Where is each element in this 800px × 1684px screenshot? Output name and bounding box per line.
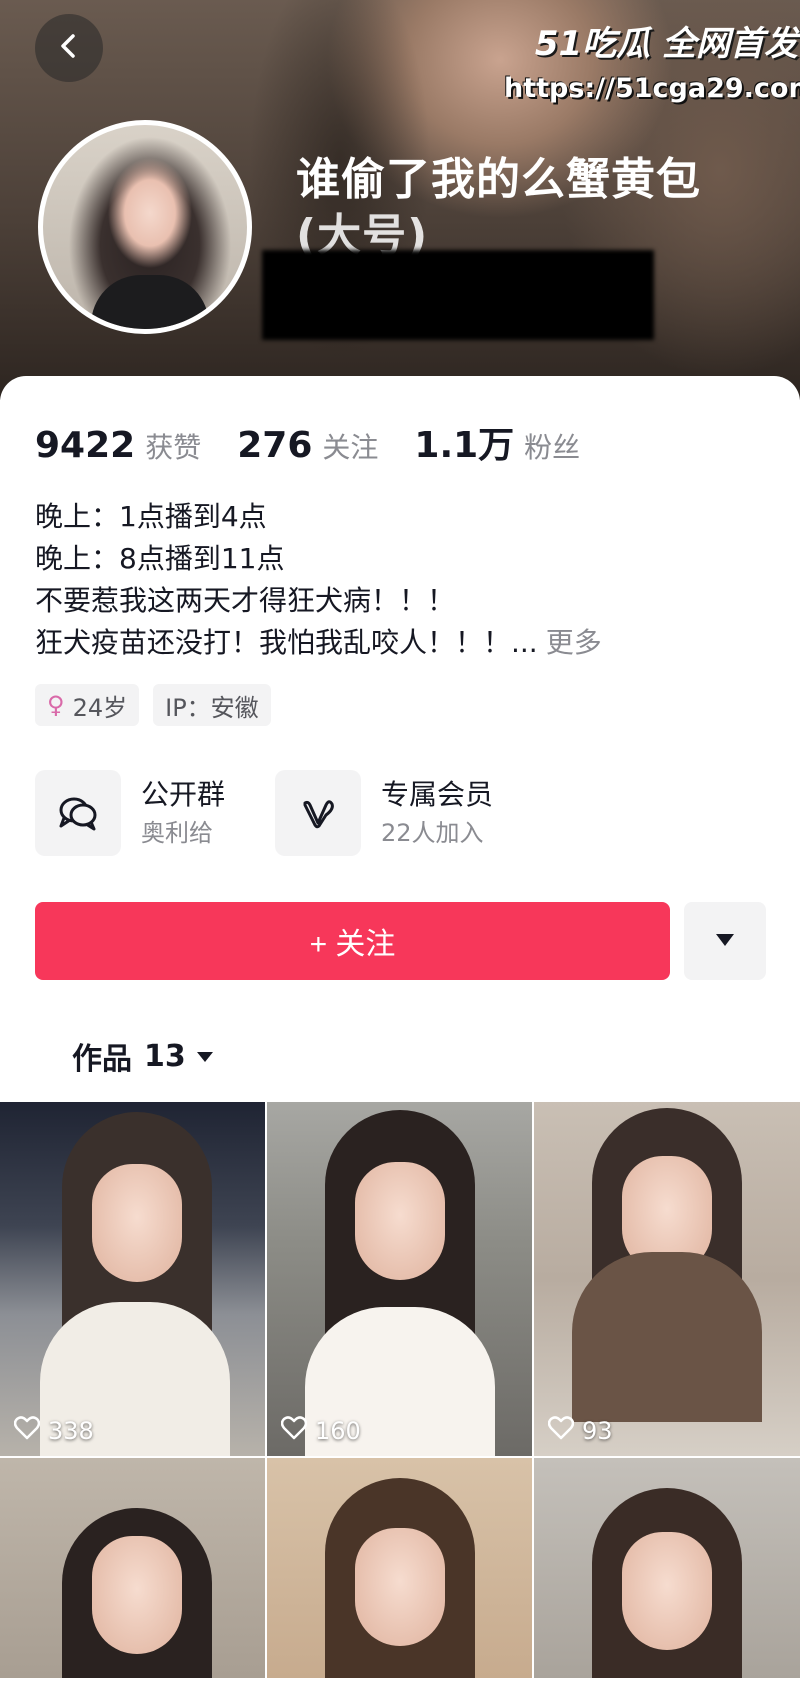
avatar[interactable]	[38, 120, 252, 334]
exclusive-member-entry[interactable]: 专属会员 22人加入	[275, 770, 493, 856]
feature-title: 公开群	[141, 778, 226, 811]
bio: 晚上：1点播到4点 晚上：8点播到11点 不要惹我这两天才得狂犬病！！！ 狂犬疫…	[35, 496, 765, 664]
like-count-value: 160	[315, 1417, 361, 1445]
follow-button[interactable]: + 关注	[35, 902, 670, 980]
stat-likes[interactable]: 9422 获赞	[35, 425, 201, 466]
watermark: 51吃瓜 全网首发 https://51cga29.com	[498, 16, 800, 106]
stat-label: 关注	[322, 431, 379, 464]
works-count: 13	[144, 1038, 186, 1074]
bio-line-last: 狂犬疫苗还没打！我怕我乱咬人！！！... 更多	[35, 622, 765, 664]
stat-value: 9422	[35, 425, 136, 466]
video-thumbnail[interactable]	[267, 1458, 532, 1678]
avatar-detail	[91, 275, 209, 329]
like-count-value: 93	[582, 1417, 613, 1445]
feature-subtitle: 22人加入	[381, 819, 484, 847]
chevron-left-icon	[54, 31, 84, 65]
video-thumbnail[interactable]: 160	[267, 1102, 532, 1456]
heart-icon	[547, 1416, 582, 1446]
caret-down-icon	[715, 932, 735, 951]
video-thumbnail[interactable]	[534, 1458, 800, 1678]
watermark-logo: 51吃瓜 全网首发	[534, 24, 798, 64]
female-icon: ♀	[47, 691, 65, 719]
works-label: 作品	[72, 1042, 132, 1077]
ip-tag: IP：安徽	[153, 684, 271, 726]
like-count: 93	[547, 1416, 613, 1446]
bio-line: 晚上：1点播到4点	[35, 500, 267, 533]
stat-label: 获赞	[145, 431, 202, 464]
stats-row: 9422 获赞 276 关注 1.1万 粉丝	[35, 416, 616, 468]
stat-following[interactable]: 276 关注	[237, 425, 378, 466]
feature-row: 公开群 奥利给 专属会员 22人加入	[35, 770, 543, 856]
stat-label: 粉丝	[524, 431, 581, 464]
video-thumbnail[interactable]	[0, 1458, 265, 1678]
bio-line: 不要惹我这两天才得狂犬病！！！	[35, 584, 456, 617]
bio-line-text: 狂犬疫苗还没打！我怕我乱咬人！！！...	[35, 626, 538, 659]
profile-name: 谁偷了我的么蟹黄包 (大号)	[296, 152, 776, 264]
like-count: 338	[13, 1416, 94, 1446]
stat-followers[interactable]: 1.1万 粉丝	[414, 416, 580, 468]
video-grid: 338 160 93	[0, 1102, 800, 1678]
age-text: 24岁	[72, 693, 128, 722]
profile-card: 9422 获赞 276 关注 1.1万 粉丝 晚上：1点播到4点 晚上：8点播到…	[0, 376, 800, 1684]
stat-value: 1.1万	[414, 425, 515, 466]
member-v-icon	[275, 770, 362, 856]
bio-line: 晚上：8点播到11点	[35, 542, 285, 575]
back-button[interactable]	[35, 14, 103, 82]
redaction-block	[262, 250, 654, 340]
profile-tags: ♀ 24岁 IP：安徽	[35, 684, 285, 726]
group-chat-icon	[35, 770, 121, 856]
like-count: 160	[280, 1416, 361, 1446]
video-thumbnail[interactable]: 338	[0, 1102, 265, 1456]
profile-name-main: 谁偷了我的么蟹黄包	[296, 154, 701, 205]
caret-down-icon	[196, 1044, 214, 1068]
bio-more-link[interactable]: 更多	[546, 626, 602, 659]
heart-icon	[13, 1416, 48, 1446]
like-count-value: 338	[48, 1417, 94, 1445]
feature-subtitle: 奥利给	[141, 819, 213, 847]
public-group-entry[interactable]: 公开群 奥利给	[35, 770, 225, 856]
watermark-url: https://51cga29.com	[504, 73, 800, 104]
feature-title: 专属会员	[381, 778, 494, 811]
heart-icon	[280, 1416, 315, 1446]
video-thumbnail[interactable]: 93	[534, 1102, 800, 1456]
ip-text: IP：安徽	[165, 693, 259, 722]
more-options-button[interactable]	[684, 902, 766, 980]
tab-works[interactable]: 作品 13	[72, 1034, 214, 1078]
age-tag: ♀ 24岁	[35, 684, 140, 726]
stat-value: 276	[237, 425, 313, 466]
